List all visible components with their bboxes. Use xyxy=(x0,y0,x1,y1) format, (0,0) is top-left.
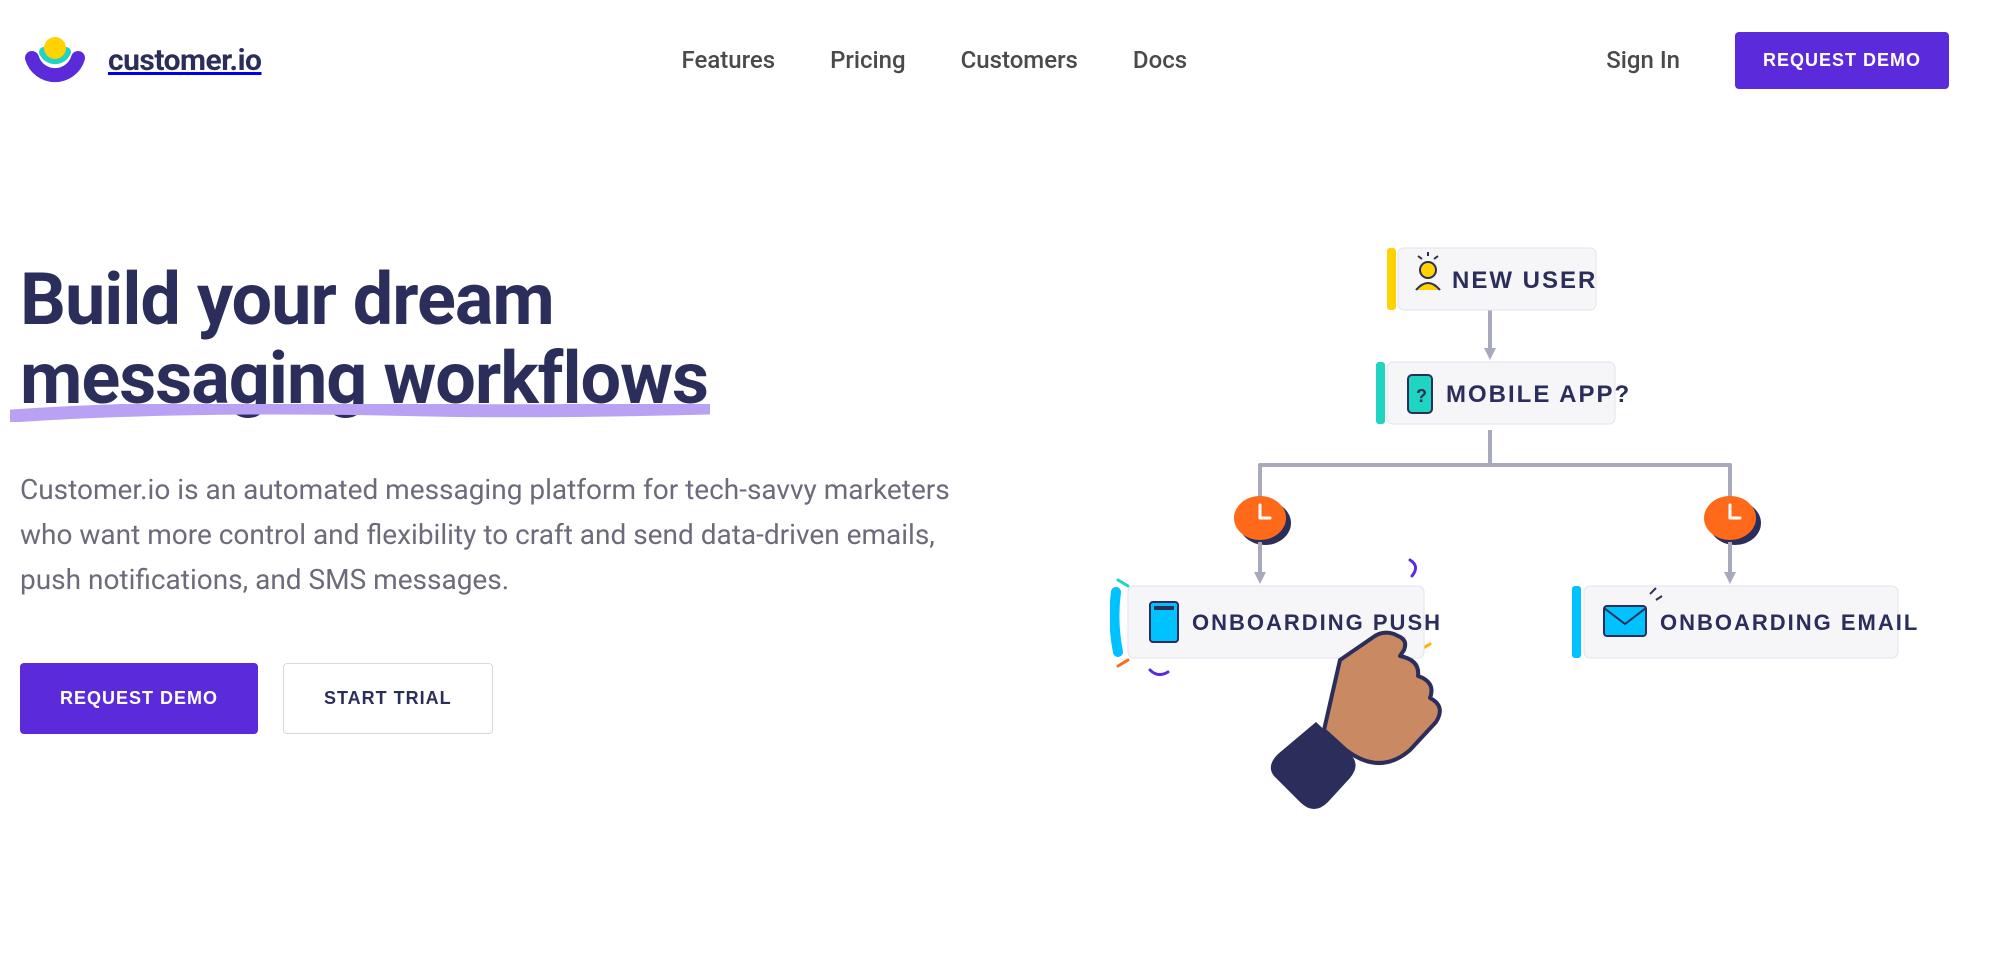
brand-logo-icon xyxy=(20,30,90,90)
hero-title: Build your dream messaging workflows xyxy=(20,260,1000,418)
sign-in-link[interactable]: Sign In xyxy=(1606,46,1680,74)
pointing-hand-icon xyxy=(1271,633,1440,809)
clock-icon xyxy=(1234,496,1291,545)
hero-title-line1: Build your dream xyxy=(20,257,554,342)
nav-pricing[interactable]: Pricing xyxy=(830,46,906,74)
svg-text:?: ? xyxy=(1416,386,1427,406)
brand-wordmark: customer.io xyxy=(108,43,262,78)
clock-icon xyxy=(1704,496,1761,545)
node-label: NEW USER xyxy=(1452,267,1597,294)
node-label: ONBOARDING EMAIL xyxy=(1660,610,1919,635)
hero-request-demo-button[interactable]: REQUEST DEMO xyxy=(20,663,258,734)
hero-section: Build your dream messaging workflows Cus… xyxy=(0,120,1999,900)
hero-cta-group: REQUEST DEMO START TRIAL xyxy=(20,663,1000,734)
diagram-node-mobile-app: ? MOBILE APP? xyxy=(1376,362,1631,424)
nav-right: Sign In REQUEST DEMO xyxy=(1606,32,1949,89)
request-demo-button[interactable]: REQUEST DEMO xyxy=(1735,32,1949,89)
hero-subtitle: Customer.io is an automated messaging pl… xyxy=(20,468,1000,602)
diagram-node-new-user: NEW USER xyxy=(1387,248,1597,310)
site-header: customer.io Features Pricing Customers D… xyxy=(0,0,1999,120)
workflow-diagram: NEW USER ? MOBILE APP? ONBOARDING PUSH xyxy=(1110,230,1990,870)
nav-customers[interactable]: Customers xyxy=(961,46,1078,74)
logo-link[interactable]: customer.io xyxy=(20,30,262,90)
node-label: MOBILE APP? xyxy=(1446,381,1631,408)
hero-copy: Build your dream messaging workflows Cus… xyxy=(20,260,1000,820)
nav-docs[interactable]: Docs xyxy=(1133,46,1187,74)
diagram-node-onboarding-email: ONBOARDING EMAIL xyxy=(1572,586,1919,658)
primary-nav: Features Pricing Customers Docs xyxy=(682,46,1188,74)
title-underline-scribble xyxy=(10,404,710,422)
hero-illustration: NEW USER ? MOBILE APP? ONBOARDING PUSH xyxy=(1000,260,1979,820)
node-label: ONBOARDING PUSH xyxy=(1192,610,1442,635)
nav-features[interactable]: Features xyxy=(682,46,776,74)
hero-start-trial-button[interactable]: START TRIAL xyxy=(283,663,493,734)
